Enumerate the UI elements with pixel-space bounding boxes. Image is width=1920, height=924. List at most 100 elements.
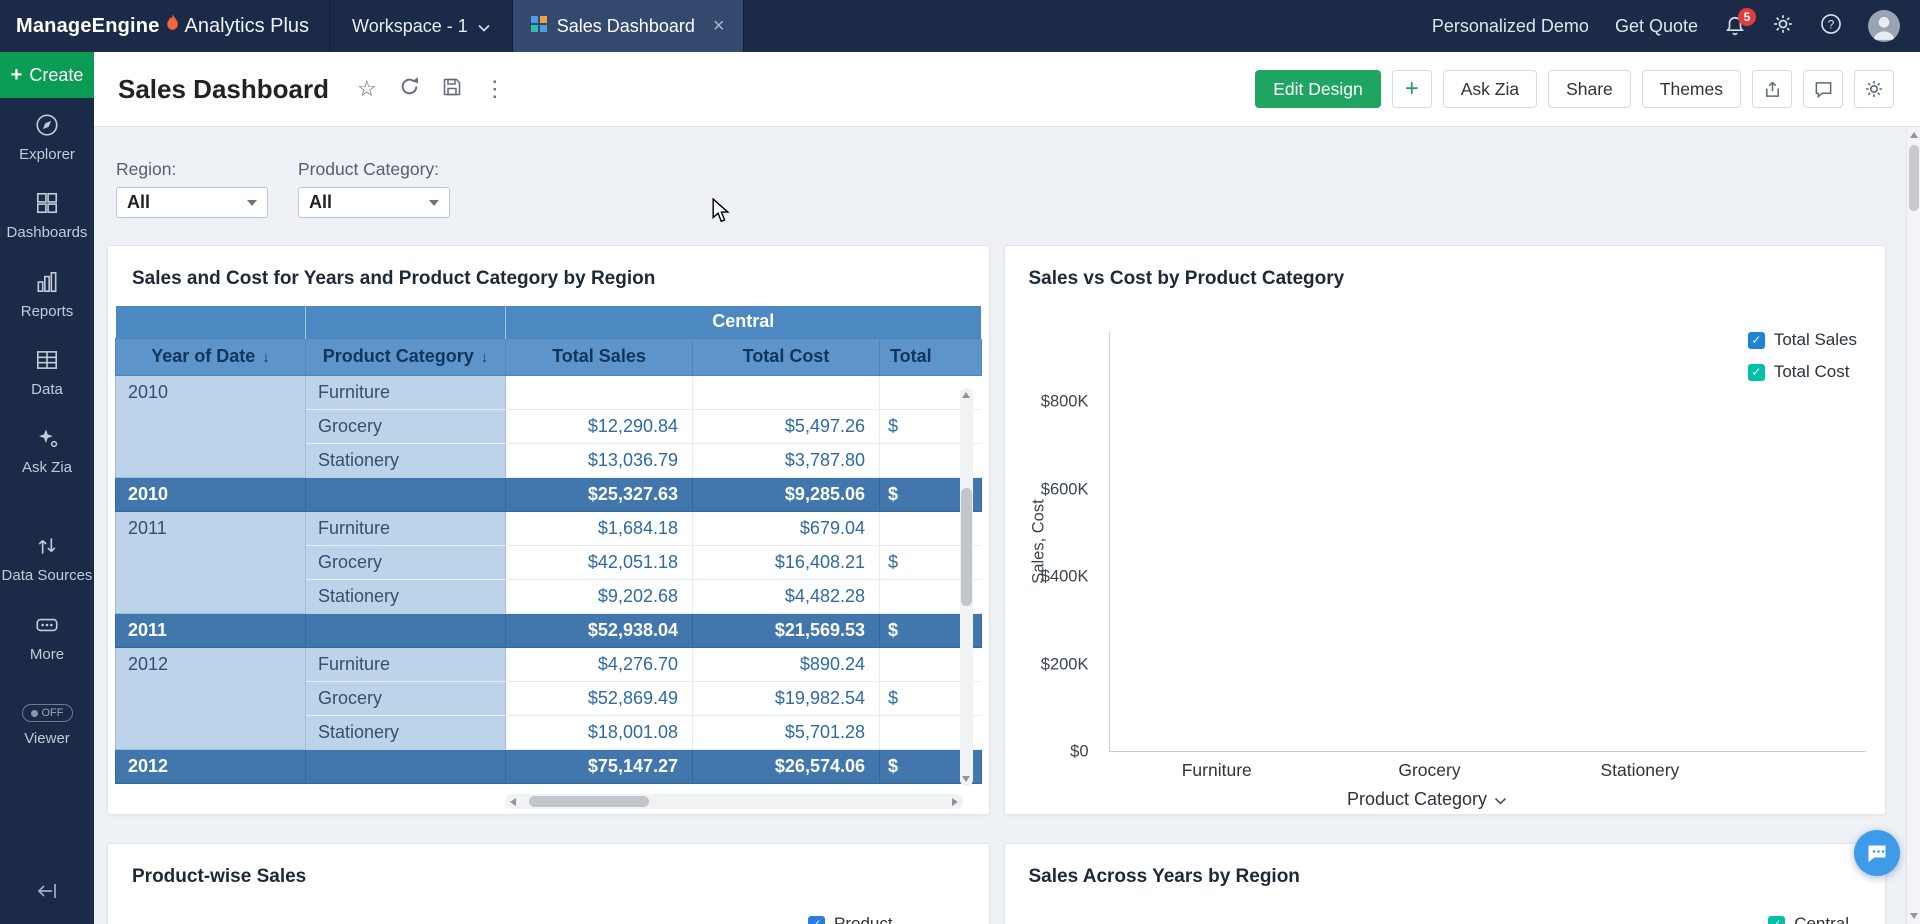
pivot-subtotal-spacer-cell[interactable]: [306, 749, 506, 783]
sort-desc-icon[interactable]: ↓: [481, 349, 489, 366]
checkbox-icon[interactable]: ✓: [1768, 916, 1785, 924]
pivot-cost-cell[interactable]: $4,482.28: [693, 579, 880, 613]
create-button[interactable]: + Create: [0, 52, 94, 98]
pivot-category-cell[interactable]: Grocery: [306, 409, 506, 443]
pivot-col-total[interactable]: Total: [880, 338, 982, 375]
pivot-subtotal-year-cell[interactable]: 2012: [116, 749, 306, 783]
sidebar-item-data[interactable]: Data: [0, 333, 94, 411]
pivot-sales-cell[interactable]: $18,001.08: [506, 715, 693, 749]
zia-chat-fab[interactable]: [1854, 830, 1900, 876]
pivot-subtotal-year-cell[interactable]: 2010: [116, 477, 306, 511]
ask-zia-button[interactable]: Ask Zia: [1443, 70, 1537, 108]
comments-button[interactable]: [1803, 70, 1843, 108]
pivot-category-cell[interactable]: Furniture: [306, 375, 506, 409]
pivot-year-cell[interactable]: 2011: [116, 511, 306, 613]
save-icon[interactable]: [442, 77, 462, 102]
share-button[interactable]: Share: [1548, 70, 1631, 108]
sidebar-item-dashboards[interactable]: Dashboards: [0, 176, 94, 254]
scroll-thumb[interactable]: [529, 796, 649, 807]
scroll-thumb[interactable]: [1909, 145, 1919, 211]
pivot-col-year[interactable]: Year of Date↓: [116, 338, 306, 375]
tab-sales-dashboard[interactable]: Sales Dashboard ×: [512, 0, 744, 52]
pivot-row: 2011Furniture$1,684.18$679.04: [116, 511, 982, 545]
notifications-button[interactable]: 5: [1724, 15, 1746, 37]
pivot-subtotal-cost-cell[interactable]: $21,569.53: [693, 613, 880, 647]
product-category-filter-select[interactable]: All: [298, 187, 450, 218]
pivot-col-category[interactable]: Product Category↓: [306, 338, 506, 375]
sort-desc-icon[interactable]: ↓: [262, 349, 270, 366]
pivot-subtotal-sales-cell[interactable]: $52,938.04: [506, 613, 693, 647]
avatar[interactable]: [1868, 10, 1900, 42]
pivot-subtotal-cost-cell[interactable]: $26,574.06: [693, 749, 880, 783]
tab-close-icon[interactable]: ×: [713, 15, 725, 38]
themes-button[interactable]: Themes: [1642, 70, 1741, 108]
region-filter-select[interactable]: All: [116, 187, 268, 218]
pivot-subtotal-spacer-cell[interactable]: [306, 477, 506, 511]
help-icon[interactable]: ?: [1820, 13, 1842, 40]
pivot-sales-cell[interactable]: $9,202.68: [506, 579, 693, 613]
pivot-sales-cell[interactable]: $4,276.70: [506, 647, 693, 681]
pivot-category-cell[interactable]: Grocery: [306, 681, 506, 715]
pivot-sales-cell[interactable]: $1,684.18: [506, 511, 693, 545]
kebab-menu-icon[interactable]: ⋮: [484, 78, 506, 100]
edit-design-button[interactable]: Edit Design: [1255, 70, 1381, 108]
pivot-sales-cell[interactable]: [506, 375, 693, 409]
pivot-category-cell[interactable]: Stationery: [306, 715, 506, 749]
pivot-col-sales[interactable]: Total Sales: [506, 338, 693, 375]
pivot-cost-cell[interactable]: $5,701.28: [693, 715, 880, 749]
pivot-col-cost[interactable]: Total Cost: [693, 338, 880, 375]
sidebar-item-ask-zia[interactable]: Ask Zia: [0, 411, 94, 489]
product-legend-item[interactable]: ✓ Product: [808, 914, 893, 924]
sidebar-item-data-sources[interactable]: Data Sources: [0, 519, 94, 597]
brand-product: Analytics Plus: [185, 15, 310, 38]
viewer-toggle[interactable]: OFF: [22, 704, 73, 723]
y-tick-label: $400K: [1041, 568, 1089, 587]
pivot-sales-cell[interactable]: $42,051.18: [506, 545, 693, 579]
pivot-year-cell[interactable]: 2010: [116, 375, 306, 477]
pivot-category-cell[interactable]: Grocery: [306, 545, 506, 579]
page-vertical-scrollbar[interactable]: [1906, 127, 1920, 924]
personalized-demo-link[interactable]: Personalized Demo: [1432, 16, 1589, 37]
pivot-cost-cell[interactable]: $3,787.80: [693, 443, 880, 477]
get-quote-link[interactable]: Get Quote: [1615, 16, 1698, 37]
checkbox-icon[interactable]: ✓: [808, 916, 825, 924]
pivot-category-cell[interactable]: Stationery: [306, 443, 506, 477]
pivot-cost-cell[interactable]: $16,408.21: [693, 545, 880, 579]
sidebar-item-viewer[interactable]: OFF Viewer: [0, 690, 94, 761]
pivot-subtotal-year-cell[interactable]: 2011: [116, 613, 306, 647]
scroll-thumb[interactable]: [961, 488, 972, 606]
sidebar-item-more[interactable]: More: [0, 598, 94, 676]
workspace-selector[interactable]: Workspace - 1: [329, 0, 512, 52]
pivot-cost-cell[interactable]: $679.04: [693, 511, 880, 545]
sidebar-collapse-button[interactable]: [35, 879, 59, 908]
brand-logo[interactable]: ManageEngine Analytics Plus: [0, 0, 329, 52]
favorite-star-icon[interactable]: ☆: [357, 78, 377, 100]
pivot-subtotal-sales-cell[interactable]: $75,147.27: [506, 749, 693, 783]
chart-x-axis-title[interactable]: Product Category: [1347, 789, 1506, 810]
export-button[interactable]: [1752, 70, 1792, 108]
refresh-icon[interactable]: [399, 76, 420, 102]
pivot-sales-cell[interactable]: $52,869.49: [506, 681, 693, 715]
pivot-region-header[interactable]: Central: [506, 306, 982, 338]
settings-gear-button[interactable]: [1854, 70, 1894, 108]
pivot-year-cell[interactable]: 2012: [116, 647, 306, 749]
pivot-cost-cell[interactable]: $5,497.26: [693, 409, 880, 443]
central-legend-item[interactable]: ✓ Central: [1768, 914, 1849, 924]
pivot-vertical-scrollbar[interactable]: [960, 388, 973, 786]
sidebar-item-explorer[interactable]: Explorer: [0, 98, 94, 176]
admin-gear-icon[interactable]: [1772, 13, 1794, 40]
pivot-cost-cell[interactable]: $19,982.54: [693, 681, 880, 715]
pivot-subtotal-sales-cell[interactable]: $25,327.63: [506, 477, 693, 511]
pivot-sales-cell[interactable]: $12,290.84: [506, 409, 693, 443]
pivot-category-cell[interactable]: Stationery: [306, 579, 506, 613]
pivot-subtotal-cost-cell[interactable]: $9,285.06: [693, 477, 880, 511]
pivot-category-cell[interactable]: Furniture: [306, 511, 506, 545]
pivot-cost-cell[interactable]: $890.24: [693, 647, 880, 681]
pivot-category-cell[interactable]: Furniture: [306, 647, 506, 681]
pivot-sales-cell[interactable]: $13,036.79: [506, 443, 693, 477]
add-widget-button[interactable]: +: [1392, 70, 1432, 108]
pivot-cost-cell[interactable]: [693, 375, 880, 409]
sidebar-item-reports[interactable]: Reports: [0, 255, 94, 333]
pivot-horizontal-scrollbar[interactable]: [505, 794, 963, 809]
pivot-subtotal-spacer-cell[interactable]: [306, 613, 506, 647]
